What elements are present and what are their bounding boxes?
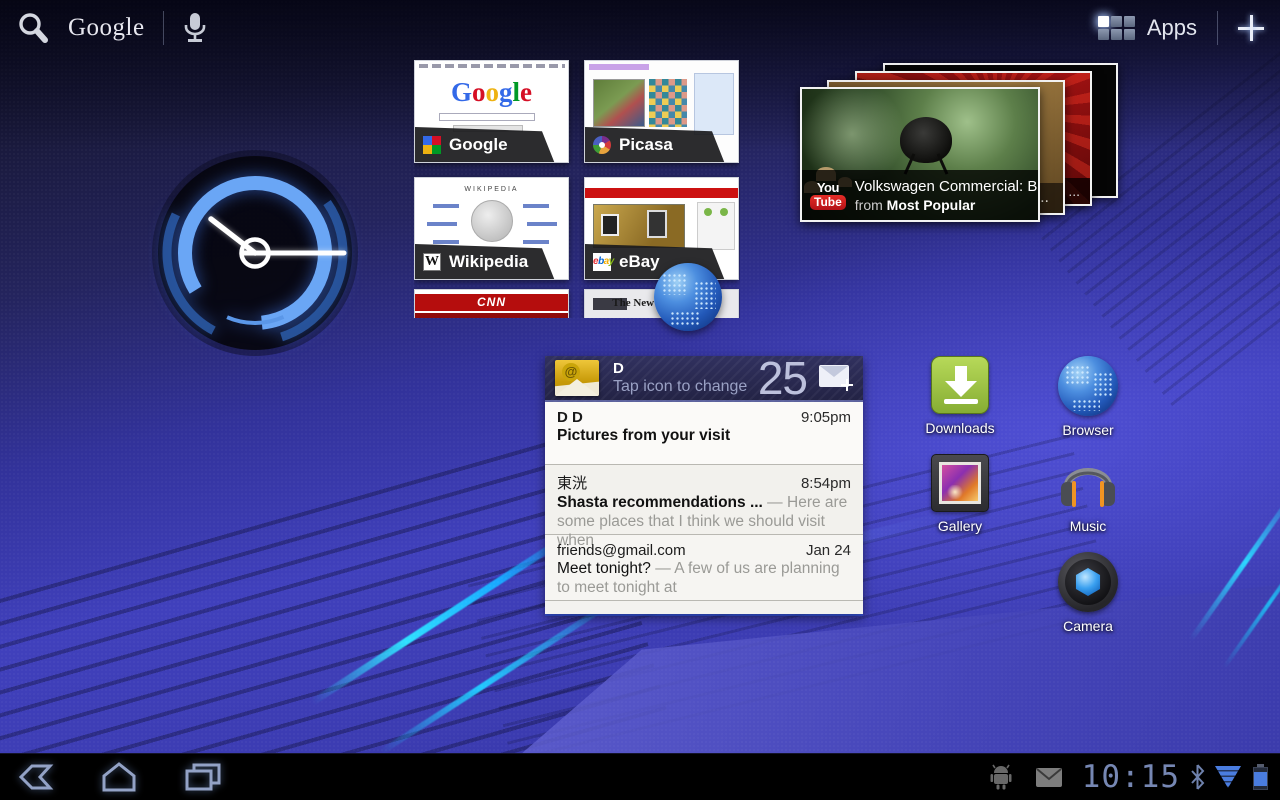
bookmark-label: Wikipedia bbox=[449, 252, 528, 272]
email-widget: @ D Tap icon to change 25 D D 9:05pm Pic… bbox=[545, 356, 863, 614]
shortcut-gallery[interactable]: Gallery bbox=[901, 454, 1019, 548]
bookmark-tile-google[interactable]: Google Google bbox=[414, 60, 569, 163]
youtube-widget[interactable]: You Tube Volkswagen Commercial: Black...… bbox=[800, 87, 1040, 222]
bookmark-tile-picasa[interactable]: Picasa bbox=[584, 60, 739, 163]
cnn-thumbnail: CNN bbox=[415, 290, 568, 318]
add-widget-plus-icon[interactable] bbox=[1238, 15, 1264, 41]
bookmark-label: eBay bbox=[619, 252, 660, 272]
email-subject: Meet tonight? bbox=[557, 560, 651, 577]
search-icon[interactable] bbox=[16, 11, 50, 45]
downloads-icon bbox=[931, 356, 989, 414]
recent-apps-button[interactable] bbox=[180, 757, 226, 797]
picasa-favicon bbox=[593, 136, 611, 154]
shortcut-label: Gallery bbox=[938, 518, 982, 534]
home-button[interactable] bbox=[96, 757, 142, 797]
email-subject: Shasta recommendations ... bbox=[557, 494, 763, 511]
email-widget-header[interactable]: @ D Tap icon to change 25 bbox=[545, 356, 863, 402]
battery-icon[interactable] bbox=[1253, 764, 1268, 790]
google-thumb-logo: Google bbox=[415, 77, 568, 108]
topbar-divider bbox=[1217, 11, 1218, 45]
back-button[interactable] bbox=[14, 757, 58, 797]
youtube-logo: You Tube bbox=[810, 181, 846, 210]
email-time: 8:54pm bbox=[801, 475, 851, 492]
analog-clock-widget[interactable] bbox=[148, 146, 362, 360]
topbar-divider bbox=[163, 11, 164, 45]
browser-globe-icon[interactable] bbox=[654, 263, 722, 331]
cnn-logo: CNN bbox=[415, 295, 568, 309]
wikipedia-favicon: W bbox=[423, 253, 441, 271]
usb-debugging-android-icon[interactable] bbox=[990, 764, 1012, 790]
shortcut-camera[interactable]: Camera bbox=[1029, 552, 1147, 646]
bookmark-label: Google bbox=[449, 135, 508, 155]
shortcut-browser[interactable]: Browser bbox=[1029, 356, 1147, 450]
email-row-clipped[interactable] bbox=[545, 600, 863, 614]
video-title: Volkswagen Commercial: Black... bbox=[855, 178, 1030, 195]
shortcut-downloads[interactable]: Downloads bbox=[901, 356, 1019, 450]
voice-search-mic-icon[interactable] bbox=[182, 11, 208, 45]
bookmark-tile-cnn[interactable]: CNN bbox=[414, 289, 569, 318]
email-account-name: D bbox=[613, 360, 747, 377]
email-notification-icon[interactable] bbox=[1036, 768, 1062, 787]
search-google-label[interactable]: Google bbox=[68, 14, 145, 42]
video-channel: from Most Popular bbox=[855, 197, 1030, 213]
wifi-icon[interactable] bbox=[1215, 766, 1241, 788]
shortcut-label: Browser bbox=[1062, 422, 1113, 438]
email-row[interactable]: 東洸 8:54pm Shasta recommendations ... — H… bbox=[545, 464, 863, 534]
shortcut-label: Camera bbox=[1063, 618, 1113, 634]
shortcut-label: Downloads bbox=[925, 420, 994, 436]
email-sender: 東洸 bbox=[557, 472, 587, 493]
top-bar: Google Apps bbox=[0, 0, 1280, 56]
shortcut-label: Music bbox=[1070, 518, 1107, 534]
video-thumbnail-beetle bbox=[900, 117, 952, 163]
status-clock[interactable]: 10:15 bbox=[1082, 759, 1180, 795]
google-favicon bbox=[423, 136, 441, 154]
email-time: 9:05pm bbox=[801, 409, 851, 426]
email-sender: friends@gmail.com bbox=[557, 542, 686, 559]
apps-label: Apps bbox=[1147, 15, 1197, 41]
email-row[interactable]: D D 9:05pm Pictures from your visit bbox=[545, 402, 863, 464]
shortcut-music[interactable]: Music bbox=[1029, 454, 1147, 548]
unread-count: 25 bbox=[758, 355, 807, 401]
ebay-favicon: ebay bbox=[593, 253, 611, 271]
bookmark-tile-ebay[interactable]: ebay eBay bbox=[584, 177, 739, 280]
email-row[interactable]: friends@gmail.com Jan 24 Meet tonight? —… bbox=[545, 534, 863, 600]
email-account-icon[interactable]: @ bbox=[555, 360, 599, 396]
camera-icon bbox=[1058, 552, 1118, 612]
bookmark-label: Picasa bbox=[619, 135, 673, 155]
bluetooth-icon[interactable] bbox=[1190, 764, 1205, 790]
bookmark-tile-wikipedia[interactable]: WIKIPEDIA W Wikipedia bbox=[414, 177, 569, 280]
email-account-hint: Tap icon to change bbox=[613, 378, 747, 396]
email-sender: D D bbox=[557, 409, 583, 426]
email-subject: Pictures from your visit bbox=[557, 427, 730, 444]
compose-email-icon[interactable] bbox=[819, 365, 853, 391]
system-bar: 10:15 bbox=[0, 753, 1280, 800]
apps-button[interactable]: Apps bbox=[1098, 15, 1197, 41]
gallery-icon bbox=[931, 454, 989, 512]
apps-grid-icon bbox=[1098, 16, 1135, 40]
email-list[interactable]: D D 9:05pm Pictures from your visit 東洸 8… bbox=[545, 402, 863, 614]
browser-icon bbox=[1058, 356, 1118, 416]
email-time: Jan 24 bbox=[806, 542, 851, 559]
music-headphones-icon bbox=[1057, 454, 1119, 512]
